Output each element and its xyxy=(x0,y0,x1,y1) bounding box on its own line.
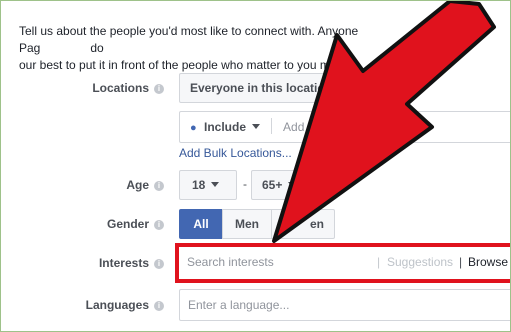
gender-all-button[interactable]: All xyxy=(179,209,223,239)
age-label: Age i xyxy=(126,178,164,192)
help-icon[interactable]: i xyxy=(154,301,164,311)
languages-placeholder: Enter a language... xyxy=(188,298,290,312)
divider xyxy=(271,118,273,134)
gender-label-text: Gender xyxy=(106,217,149,231)
chevron-down-icon xyxy=(252,124,261,129)
interests-label-text: Interests xyxy=(98,256,149,270)
locations-label: Locations i xyxy=(92,81,164,95)
languages-label: Languages i xyxy=(86,298,164,312)
include-dropdown[interactable]: Include xyxy=(204,120,246,134)
chevron-down-icon xyxy=(288,182,297,187)
interests-highlight-box xyxy=(175,243,510,283)
interests-label: Interests i xyxy=(99,256,164,270)
add-bulk-locations-link[interactable]: Add Bulk Locations... xyxy=(179,146,292,160)
intro-text: Tell us about the people you'd most like… xyxy=(19,23,509,74)
location-search-field[interactable]: ● Include Add loc xyxy=(179,111,510,143)
help-icon[interactable]: i xyxy=(154,181,164,191)
location-pin-icon: ● xyxy=(190,122,197,134)
gender-label: Gender i xyxy=(107,217,164,231)
ad-audience-panel: Tell us about the people you'd most like… xyxy=(0,0,511,332)
intro-line2: our best to put it in front of the peopl… xyxy=(19,58,350,72)
age-max-value: 65+ xyxy=(262,178,283,192)
age-min-value: 18 xyxy=(192,178,206,192)
age-separator: - xyxy=(243,177,247,191)
location-type-dropdown[interactable]: Everyone in this location xyxy=(179,73,339,118)
gender-men-button[interactable]: Men xyxy=(222,209,272,239)
chevron-down-icon xyxy=(211,182,220,187)
add-location-input[interactable]: Add loc xyxy=(283,120,323,134)
languages-label-text: Languages xyxy=(85,298,149,312)
languages-input[interactable]: Enter a language... xyxy=(179,289,510,321)
gender-women-button[interactable]: en xyxy=(271,209,335,239)
location-type-value: Everyone in this location xyxy=(190,81,333,95)
help-icon[interactable]: i xyxy=(154,220,164,230)
age-min-dropdown[interactable]: 18 xyxy=(179,170,237,200)
age-max-dropdown[interactable]: 65+ xyxy=(251,170,309,200)
age-label-text: Age xyxy=(126,178,149,192)
intro-line1: Tell us about the people you'd most like… xyxy=(19,24,359,38)
locations-label-text: Locations xyxy=(92,81,149,95)
intro-line1-end: do xyxy=(90,41,104,55)
help-icon[interactable]: i xyxy=(154,259,164,269)
help-icon[interactable]: i xyxy=(154,84,164,94)
